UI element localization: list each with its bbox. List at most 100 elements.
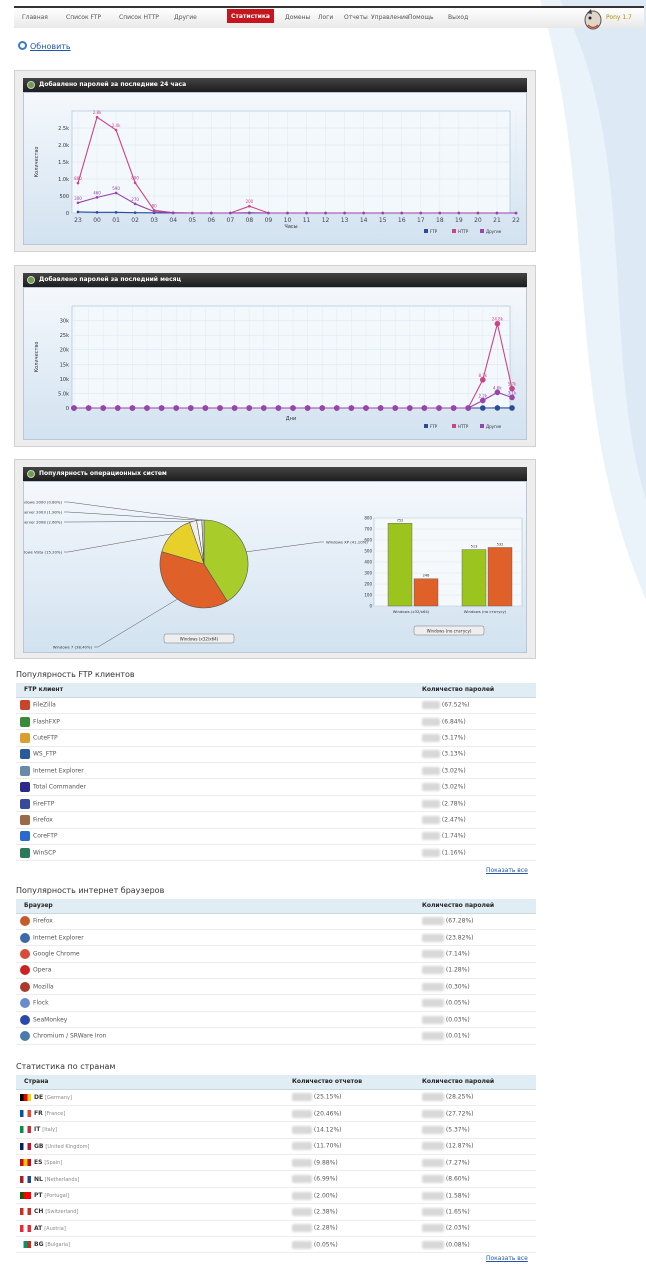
percent: (2.38%) <box>313 1208 338 1216</box>
col-passwords: Количество паролей <box>414 683 536 698</box>
count-cell: (3.13%) <box>414 746 536 764</box>
bar-value-label: 532 <box>497 542 504 546</box>
x-tick-label: 05 <box>188 217 196 224</box>
nav-item[interactable]: Логи <box>318 14 333 21</box>
data-point <box>494 389 501 396</box>
client-cell: Internet Explorer <box>16 762 414 780</box>
x-axis-label: Часы <box>284 224 297 230</box>
data-point <box>210 211 213 215</box>
redacted-count <box>422 1109 444 1118</box>
panel-header: Добавлено паролей за последний месяц <box>23 273 527 287</box>
y-tick-label: 10k <box>60 377 69 383</box>
redacted-count <box>422 701 440 710</box>
panel-header: Добавлено паролей за последние 24 часа <box>23 78 527 92</box>
percent: (1.28%) <box>445 966 470 974</box>
data-point <box>509 394 515 401</box>
x-tick-label: 02 <box>131 217 139 224</box>
redacted-count <box>422 1015 444 1024</box>
legend-label: HTTP <box>458 424 469 429</box>
y-tick-label: 2.5k <box>58 126 69 132</box>
data-point <box>275 405 282 411</box>
browser-icon <box>20 965 30 976</box>
nav-item[interactable]: Статистика <box>227 9 274 23</box>
browser-icon <box>20 948 30 959</box>
data-point <box>324 211 327 215</box>
table-row: AT [Austria] (2.28%) (2.03%) <box>16 1220 536 1238</box>
client-name: Internet Explorer <box>33 767 84 775</box>
pie-leader <box>64 533 173 553</box>
show-all-ftp-link[interactable]: Показать все <box>486 867 528 874</box>
data-label: 2.2k <box>478 394 487 399</box>
count-cell: (67.28%) <box>414 913 536 930</box>
browsers-table: Браузер Количество паролей Firefox (67.28… <box>16 899 536 1045</box>
redacted-count <box>422 832 440 841</box>
x-tick-label: 22 <box>512 217 520 224</box>
panel-title: Добавлено паролей за последний месяц <box>39 276 181 283</box>
client-cell: Total Commander <box>16 778 414 796</box>
chart-area: 0 500 1.0k 1.5k 2.0k 2.5k 23 00 01 02 03 04 05 06 07 08… <box>23 92 527 245</box>
client-name: WS_FTP <box>33 750 57 758</box>
data-point <box>495 211 499 215</box>
redacted-count <box>422 848 440 857</box>
nav-item[interactable]: Отчеты <box>344 14 368 21</box>
redacted-count <box>422 1142 444 1151</box>
data-point <box>76 210 80 214</box>
data-point <box>419 211 423 215</box>
show-all-countries-link[interactable]: Показать все <box>486 1255 528 1262</box>
country-cell: PT [Portugal] <box>16 1187 284 1205</box>
pie-filter-button[interactable]: Windows (x32/x64) <box>163 633 235 644</box>
data-point <box>286 211 289 215</box>
country-cell: BG [Bulgaria] <box>16 1236 284 1254</box>
bar <box>413 578 439 607</box>
browser-name: SeaMonkey <box>33 1016 68 1024</box>
pie-leader <box>64 521 194 523</box>
count-cell: (7.14%) <box>414 945 536 963</box>
nav-item[interactable]: Список HTTP <box>119 14 159 21</box>
data-point <box>190 211 194 215</box>
nav-item[interactable]: Помощь <box>408 14 434 21</box>
reports-cell: (6.99%) <box>284 1170 414 1188</box>
redacted-count <box>422 1031 444 1040</box>
reports-cell: (2.00%) <box>284 1187 414 1205</box>
data-point <box>304 405 311 411</box>
nav-item[interactable]: Список FTP <box>66 14 101 21</box>
client-cell: CoreFTP <box>16 828 414 846</box>
data-point <box>480 397 486 404</box>
nav-item[interactable]: Управление <box>371 14 409 21</box>
bar-value-label: 752 <box>397 518 404 522</box>
x-tick-label: Windows (x32/x64) <box>393 609 430 614</box>
countries-section-title: Статистика по странам <box>16 1062 116 1071</box>
count-cell: (3.02%) <box>414 778 536 796</box>
table-row: FlashFXP (6.84%) <box>16 713 536 731</box>
country-name: [Spain] <box>44 1160 63 1167</box>
percent: (2.47%) <box>441 816 466 824</box>
pie-leader <box>64 511 200 521</box>
table-row: FR [France] (20.46%) (27.72%) <box>16 1105 536 1123</box>
y-tick-label: 1.0k <box>58 177 69 183</box>
count-cell: (2.78%) <box>414 795 536 813</box>
client-icon <box>20 716 30 727</box>
legend-label: HTTP <box>458 229 469 234</box>
y-tick-label: 800 <box>364 516 372 521</box>
bar-value-label: 248 <box>423 574 431 578</box>
percent: (9.88%) <box>313 1159 338 1167</box>
data-point <box>494 320 501 327</box>
refresh-link[interactable]: Обновить <box>18 41 71 51</box>
button-label: Windows (x32/x64) <box>180 637 219 642</box>
x-tick-label: 15 <box>379 217 387 224</box>
bar-filter-button[interactable]: Windows (по статусу) <box>413 625 485 636</box>
country-cell: IT [Italy] <box>16 1121 284 1139</box>
y-tick-label: 30k <box>60 319 69 325</box>
nav-item[interactable]: Домены <box>285 14 310 21</box>
nav-item[interactable]: Другие <box>174 14 197 21</box>
data-point <box>450 405 457 411</box>
legend-swatch <box>452 229 456 233</box>
percent: (3.02%) <box>441 767 466 775</box>
panel-header: Популярность операционных систем <box>23 467 527 481</box>
browser-icon <box>20 916 30 927</box>
nav-item[interactable]: Главная <box>22 14 48 21</box>
nav-item[interactable]: Выход <box>448 14 468 21</box>
flag-icon <box>20 1159 31 1167</box>
country-code: FR <box>34 1110 43 1118</box>
legend-swatch <box>424 424 428 428</box>
